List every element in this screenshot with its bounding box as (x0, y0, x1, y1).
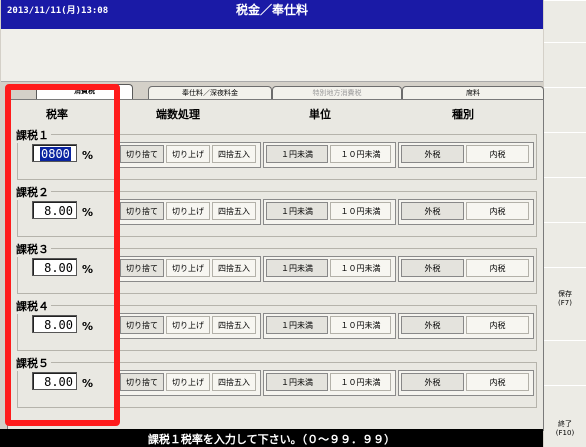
round-down-button[interactable]: 切り捨て (120, 202, 164, 220)
kind-group: 外税 内税 (398, 199, 534, 225)
rounding-group: 切り捨て 切り上げ 四捨五入 (117, 370, 261, 396)
percent-label: % (82, 377, 94, 390)
function-key-2[interactable] (544, 42, 586, 88)
tax-row-label: 課税２ (16, 184, 51, 200)
unit-1yen-button[interactable]: １円未満 (266, 373, 328, 391)
kind-group: 外税 内税 (398, 256, 534, 282)
unit-1yen-button[interactable]: １円未満 (266, 259, 328, 277)
round-half-button[interactable]: 四捨五入 (212, 316, 256, 334)
rounding-group: 切り捨て 切り上げ 四捨五入 (117, 313, 261, 339)
function-key-6[interactable] (544, 222, 586, 268)
unit-group: １円未満 １０円未満 (263, 313, 396, 339)
tax-rate-input[interactable]: 8.00 (32, 201, 77, 219)
tab-service-charge[interactable]: 奉仕料／深夜料金 (148, 86, 272, 100)
tax-rate-input[interactable]: 0800 (32, 144, 77, 162)
kind-exclusive-button[interactable]: 外税 (401, 316, 464, 334)
unit-group: １円未満 １０円未満 (263, 142, 396, 168)
unit-1yen-button[interactable]: １円未満 (266, 316, 328, 334)
tax-row-2: 課税２ 8.00 % 切り捨て 切り上げ 四捨五入 １円未満 １０円未満 外税 … (12, 184, 539, 237)
round-down-button[interactable]: 切り捨て (120, 145, 164, 163)
percent-label: % (82, 206, 94, 219)
round-down-button[interactable]: 切り捨て (120, 259, 164, 277)
column-header-rounding: 端数処理 (156, 108, 200, 121)
title-bar: 2013/11/11(月)13:08 税金／奉仕料 (1, 0, 543, 29)
function-key-bar: 保存 (F7) 終了 (F10) (544, 0, 586, 447)
column-header-kind: 種別 (452, 108, 474, 121)
percent-label: % (82, 263, 94, 276)
tax-row-label: 課税５ (16, 355, 51, 371)
round-up-button[interactable]: 切り上げ (166, 373, 210, 391)
app-window: 2013/11/11(月)13:08 税金／奉仕料 保存 (F7) 終了 (F1… (0, 0, 586, 447)
rounding-group: 切り捨て 切り上げ 四捨五入 (117, 199, 261, 225)
tax-row-label: 課税１ (16, 127, 51, 143)
kind-exclusive-button[interactable]: 外税 (401, 202, 464, 220)
function-key-4[interactable] (544, 132, 586, 178)
column-header-rate: 税率 (46, 108, 68, 121)
kind-inclusive-button[interactable]: 内税 (466, 316, 529, 334)
round-down-button[interactable]: 切り捨て (120, 373, 164, 391)
round-up-button[interactable]: 切り上げ (166, 202, 210, 220)
unit-1yen-button[interactable]: １円未満 (266, 145, 328, 163)
column-header-unit: 単位 (309, 108, 331, 121)
save-button[interactable]: 保存 (F7) (544, 267, 586, 341)
round-half-button[interactable]: 四捨五入 (212, 202, 256, 220)
kind-inclusive-button[interactable]: 内税 (466, 202, 529, 220)
tab-local-tax: 特別地方消費税 (272, 86, 402, 100)
kind-exclusive-button[interactable]: 外税 (401, 373, 464, 391)
function-key-3[interactable] (544, 87, 586, 133)
round-half-button[interactable]: 四捨五入 (212, 145, 256, 163)
page-title: 税金／奉仕料 (235, 3, 308, 17)
function-key-8[interactable] (544, 340, 586, 386)
round-down-button[interactable]: 切り捨て (120, 316, 164, 334)
kind-group: 外税 内税 (398, 370, 534, 396)
unit-10yen-button[interactable]: １０円未満 (330, 316, 391, 334)
unit-1yen-button[interactable]: １円未満 (266, 202, 328, 220)
unit-10yen-button[interactable]: １０円未満 (330, 202, 391, 220)
rounding-group: 切り捨て 切り上げ 四捨五入 (117, 142, 261, 168)
tax-rate-input[interactable]: 8.00 (32, 258, 77, 276)
tax-row-3: 課税３ 8.00 % 切り捨て 切り上げ 四捨五入 １円未満 １０円未満 外税 … (12, 241, 539, 294)
kind-group: 外税 内税 (398, 142, 534, 168)
percent-label: % (82, 149, 94, 162)
tax-row-1: 課税１ 0800 % 切り捨て 切り上げ 四捨五入 １円未満 １０円未満 外税 … (12, 127, 539, 180)
tax-row-4: 課税４ 8.00 % 切り捨て 切り上げ 四捨五入 １円未満 １０円未満 外税 … (12, 298, 539, 351)
round-half-button[interactable]: 四捨五入 (212, 373, 256, 391)
exit-button-label: 終了 (F10) (555, 420, 575, 437)
kind-exclusive-button[interactable]: 外税 (401, 259, 464, 277)
round-up-button[interactable]: 切り上げ (166, 145, 210, 163)
status-message: 課税１税率を入力して下さい。（０～９９．９９） (147, 433, 396, 446)
unit-10yen-button[interactable]: １０円未満 (330, 373, 391, 391)
unit-10yen-button[interactable]: １０円未満 (330, 145, 391, 163)
tax-row-label: 課税３ (16, 241, 51, 257)
kind-exclusive-button[interactable]: 外税 (401, 145, 464, 163)
kind-inclusive-button[interactable]: 内税 (466, 145, 529, 163)
kind-group: 外税 内税 (398, 313, 534, 339)
tab-seat-charge[interactable]: 席料 (402, 86, 544, 100)
kind-inclusive-button[interactable]: 内税 (466, 373, 529, 391)
tax-row-label: 課税４ (16, 298, 51, 314)
percent-label: % (82, 320, 94, 333)
function-key-1[interactable] (544, 0, 586, 43)
round-up-button[interactable]: 切り上げ (166, 316, 210, 334)
tax-rate-input[interactable]: 8.00 (32, 315, 77, 333)
unit-group: １円未満 １０円未満 (263, 199, 396, 225)
kind-inclusive-button[interactable]: 内税 (466, 259, 529, 277)
status-bar: 課税１税率を入力して下さい。（０～９９．９９） (0, 429, 543, 447)
header-area (1, 29, 543, 82)
save-button-label: 保存 (F7) (558, 290, 572, 307)
tax-row-5: 課税５ 8.00 % 切り捨て 切り上げ 四捨五入 １円未満 １０円未満 外税 … (12, 355, 539, 408)
round-half-button[interactable]: 四捨五入 (212, 259, 256, 277)
exit-button[interactable]: 終了 (F10) (544, 385, 586, 447)
function-key-5[interactable] (544, 177, 586, 223)
tax-rate-input[interactable]: 8.00 (32, 372, 77, 390)
unit-group: １円未満 １０円未満 (263, 370, 396, 396)
rounding-group: 切り捨て 切り上げ 四捨五入 (117, 256, 261, 282)
unit-10yen-button[interactable]: １０円未満 (330, 259, 391, 277)
round-up-button[interactable]: 切り上げ (166, 259, 210, 277)
unit-group: １円未満 １０円未満 (263, 256, 396, 282)
